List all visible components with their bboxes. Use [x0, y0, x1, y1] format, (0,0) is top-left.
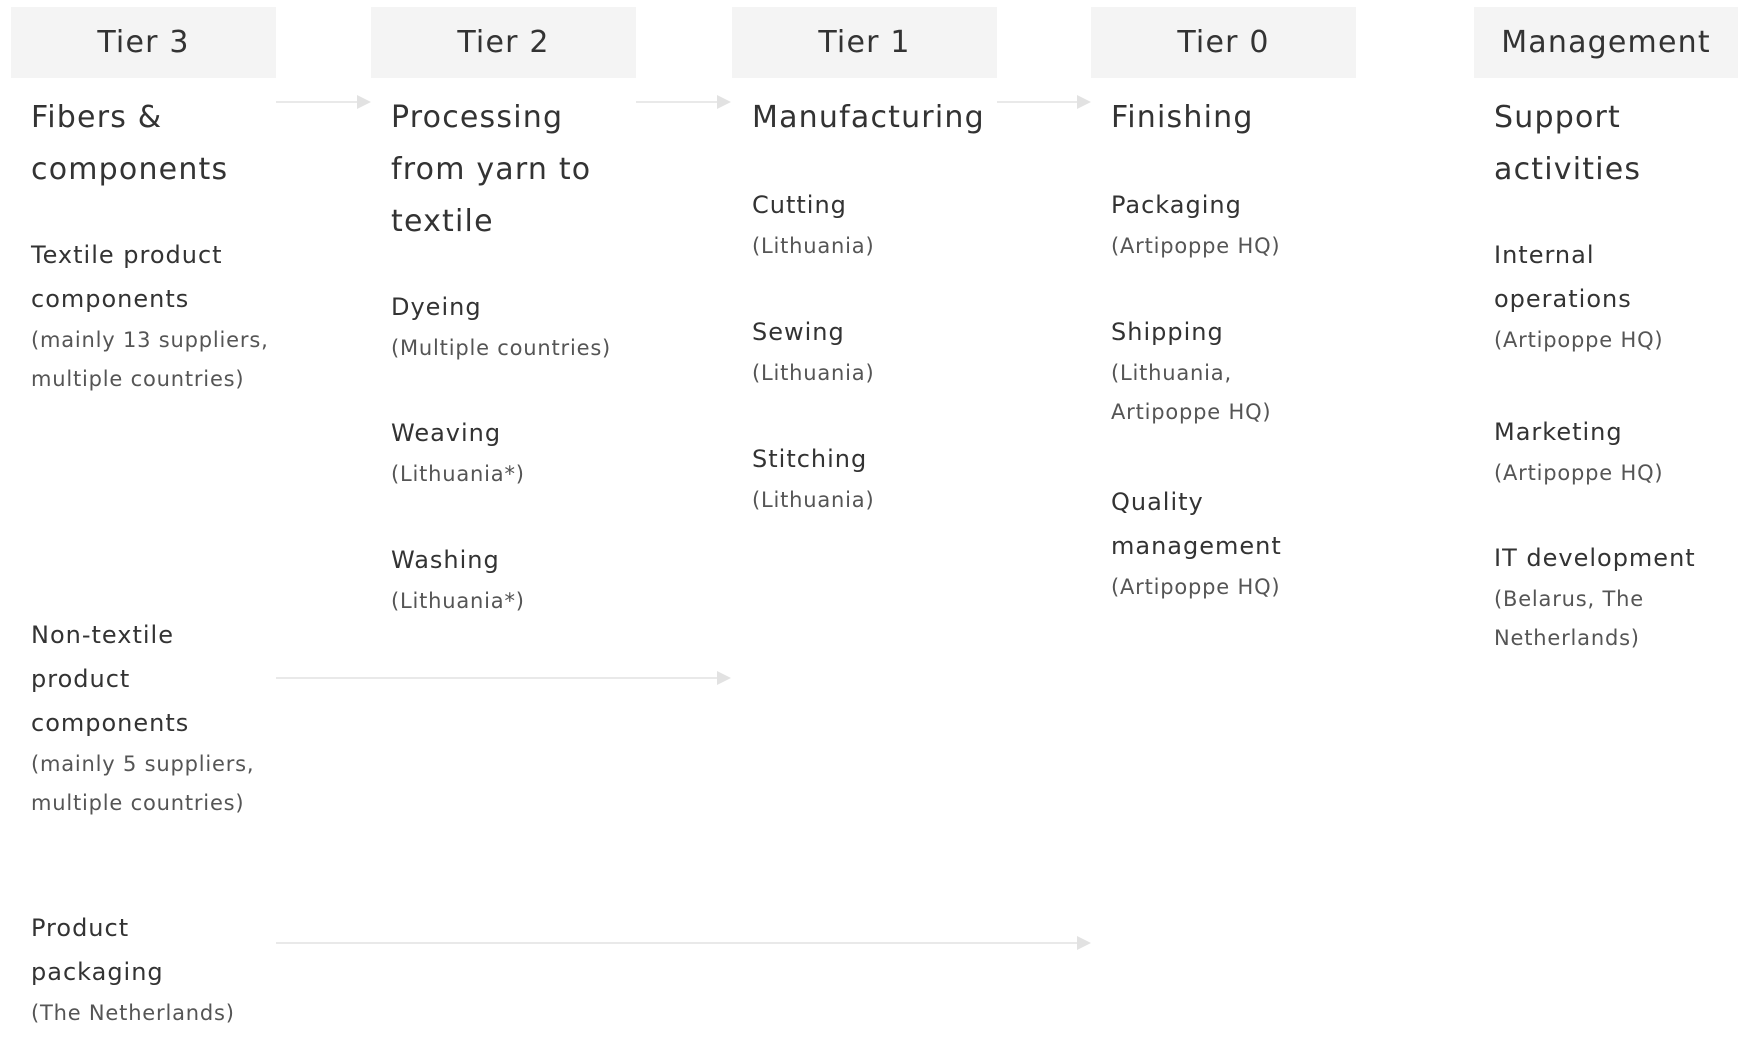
process-item-weaving: Weaving (Lithuania*) [391, 411, 632, 494]
item-location: (Artipoppe HQ) [1111, 575, 1281, 599]
item-location: (Artipoppe HQ) [1111, 234, 1281, 258]
tier-header: Tier 1 [732, 7, 997, 78]
process-item-marketing: Marketing (Artipoppe HQ) [1494, 410, 1734, 493]
item-name: Textile product components [31, 241, 223, 313]
tier-header: Tier 2 [371, 7, 636, 78]
item-name: Internal operations [1494, 241, 1632, 313]
column-tier-3: Tier 3 Fibers & components Textile produ… [11, 7, 276, 1025]
item-name: Stitching [752, 445, 868, 473]
item-name: Marketing [1494, 418, 1623, 446]
process-item-shipping: Shipping (Lithuania, Artipoppe HQ) [1111, 310, 1352, 432]
item-name: Sewing [752, 318, 845, 346]
column-title: Processing from yarn to textile [391, 100, 592, 239]
process-item-quality-management: Quality management (Artipoppe HQ) [1111, 480, 1352, 607]
process-item-it-development: IT development (Belarus, The Netherlands… [1494, 536, 1734, 658]
item-location: (Lithuania*) [391, 462, 525, 486]
process-item-non-textile-components: Non-textile product components (mainly 5… [31, 613, 272, 823]
item-location: (Artipoppe HQ) [1494, 461, 1664, 485]
process-item-internal-operations: Internal operations (Artipoppe HQ) [1494, 233, 1734, 360]
arrow-packaging-to-tier0 [276, 936, 1091, 950]
item-name: Washing [391, 546, 500, 574]
item-location: (Lithuania) [752, 234, 875, 258]
column-title: Support activities [1494, 100, 1642, 187]
column-body: Processing from yarn to textile [371, 92, 636, 248]
item-location: (The Netherlands) [31, 1001, 235, 1025]
item-name: Product packaging [31, 914, 164, 986]
item-name: Packaging [1111, 191, 1242, 219]
item-name: Weaving [391, 419, 502, 447]
tier-header: Tier 3 [11, 7, 276, 78]
arrow-tier3-to-tier2 [276, 95, 371, 109]
column-tier-0: Tier 0 Finishing Packaging (Artipoppe HQ… [1091, 7, 1356, 599]
column-management: Management Support activities Internal o… [1474, 7, 1738, 650]
column-title: Manufacturing [752, 100, 985, 135]
column-body: Fibers & components [11, 92, 276, 196]
process-item-textile-components: Textile product components (mainly 13 su… [31, 233, 272, 399]
process-item-washing: Washing (Lithuania*) [391, 538, 632, 621]
item-location: (Lithuania*) [391, 589, 525, 613]
column-body: Support activities [1474, 92, 1738, 196]
column-body: Manufacturing [732, 92, 997, 144]
item-location: (Lithuania) [752, 488, 875, 512]
item-name: IT development [1494, 544, 1696, 572]
column-body: Finishing [1091, 92, 1356, 144]
column-tier-2: Tier 2 Processing from yarn to textile D… [371, 7, 636, 613]
tier-header: Management [1474, 7, 1738, 78]
item-location: (Artipoppe HQ) [1494, 328, 1664, 352]
item-name: Cutting [752, 191, 847, 219]
column-title: Fibers & components [31, 100, 229, 187]
item-name: Quality management [1111, 488, 1282, 560]
column-tier-1: Tier 1 Manufacturing Cutting (Lithuania)… [732, 7, 997, 512]
process-item-packaging: Packaging (Artipoppe HQ) [1111, 183, 1352, 266]
arrow-nontextile-to-tier1 [276, 671, 731, 685]
arrow-tier1-to-tier0 [997, 95, 1091, 109]
tier-header: Tier 0 [1091, 7, 1356, 78]
column-title: Finishing [1111, 100, 1254, 135]
item-location: (Lithuania, Artipoppe HQ) [1111, 361, 1272, 424]
item-location: (Belarus, The Netherlands) [1494, 587, 1644, 650]
process-item-dyeing: Dyeing (Multiple countries) [391, 285, 632, 368]
item-location: (Lithuania) [752, 361, 875, 385]
arrow-tier2-to-tier1 [636, 95, 731, 109]
item-location: (mainly 13 suppliers, multiple countries… [31, 328, 269, 391]
item-location: (Multiple countries) [391, 336, 612, 360]
item-name: Non-textile product components [31, 621, 190, 737]
item-name: Dyeing [391, 293, 482, 321]
process-item-stitching: Stitching (Lithuania) [752, 437, 993, 520]
process-item-product-packaging: Product packaging (The Netherlands) [31, 906, 272, 1033]
process-item-cutting: Cutting (Lithuania) [752, 183, 993, 266]
process-item-sewing: Sewing (Lithuania) [752, 310, 993, 393]
item-name: Shipping [1111, 318, 1224, 346]
item-location: (mainly 5 suppliers, multiple countries) [31, 752, 255, 815]
